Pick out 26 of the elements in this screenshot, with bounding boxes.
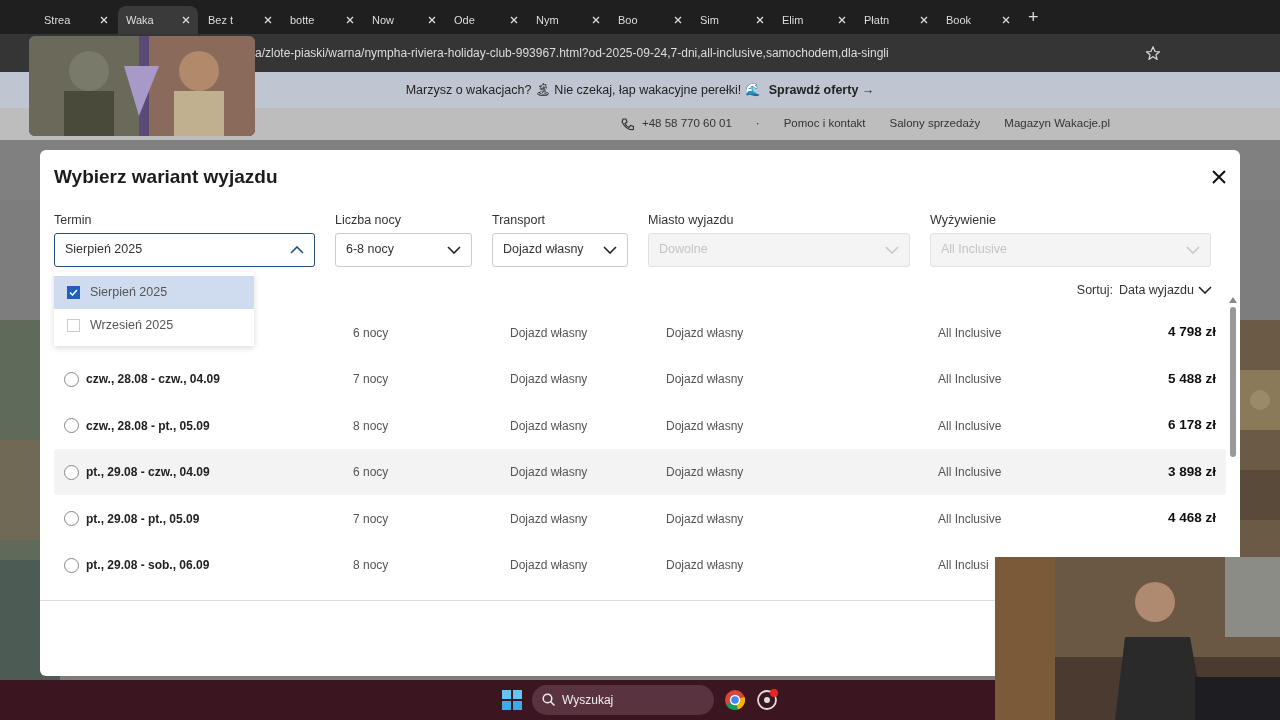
browser-tab[interactable]: botte — [282, 6, 362, 34]
separator-dot: · — [755, 116, 760, 132]
nav-link[interactable]: Pomoc i kontakt — [783, 115, 866, 133]
browser-tab[interactable]: Bez t — [200, 6, 280, 34]
promo-text: Marzysz o wakacjach? 🏝 Nie czekaj, łap wakacyjne perełki! 🌊 — [405, 81, 761, 99]
browser-tab[interactable]: Now — [364, 6, 444, 34]
search-field[interactable]: Wyszukaj — [532, 685, 714, 715]
phone-icon — [621, 117, 634, 131]
windows-icon[interactable] — [502, 690, 522, 710]
recorder-icon[interactable] — [756, 689, 778, 711]
browser-tab[interactable]: Waka — [118, 6, 198, 34]
browser-tab[interactable]: Nym — [528, 6, 608, 34]
new-tab-button[interactable]: + — [1028, 3, 1039, 31]
browser-tab[interactable]: Book — [938, 6, 1018, 34]
promo-link[interactable]: Sprawdź oferty → — [768, 80, 875, 100]
browser-tab[interactable]: Sim — [692, 6, 772, 34]
browser-tab[interactable]: Ode — [446, 6, 526, 34]
star-icon[interactable] — [1146, 46, 1160, 60]
browser-tab[interactable]: Strea — [36, 6, 116, 34]
nav-link[interactable]: Magazyn Wakacje.pl — [1004, 115, 1110, 133]
browser-tab[interactable]: Boo — [610, 6, 690, 34]
browser-icon[interactable] — [724, 689, 746, 711]
browser-tab[interactable]: Płatn — [856, 6, 936, 34]
phone-number[interactable]: +48 58 770 60 01 — [642, 115, 732, 133]
browser-tab[interactable]: Elim — [774, 6, 854, 34]
nav-link[interactable]: Salony sprzedaży — [889, 115, 981, 133]
